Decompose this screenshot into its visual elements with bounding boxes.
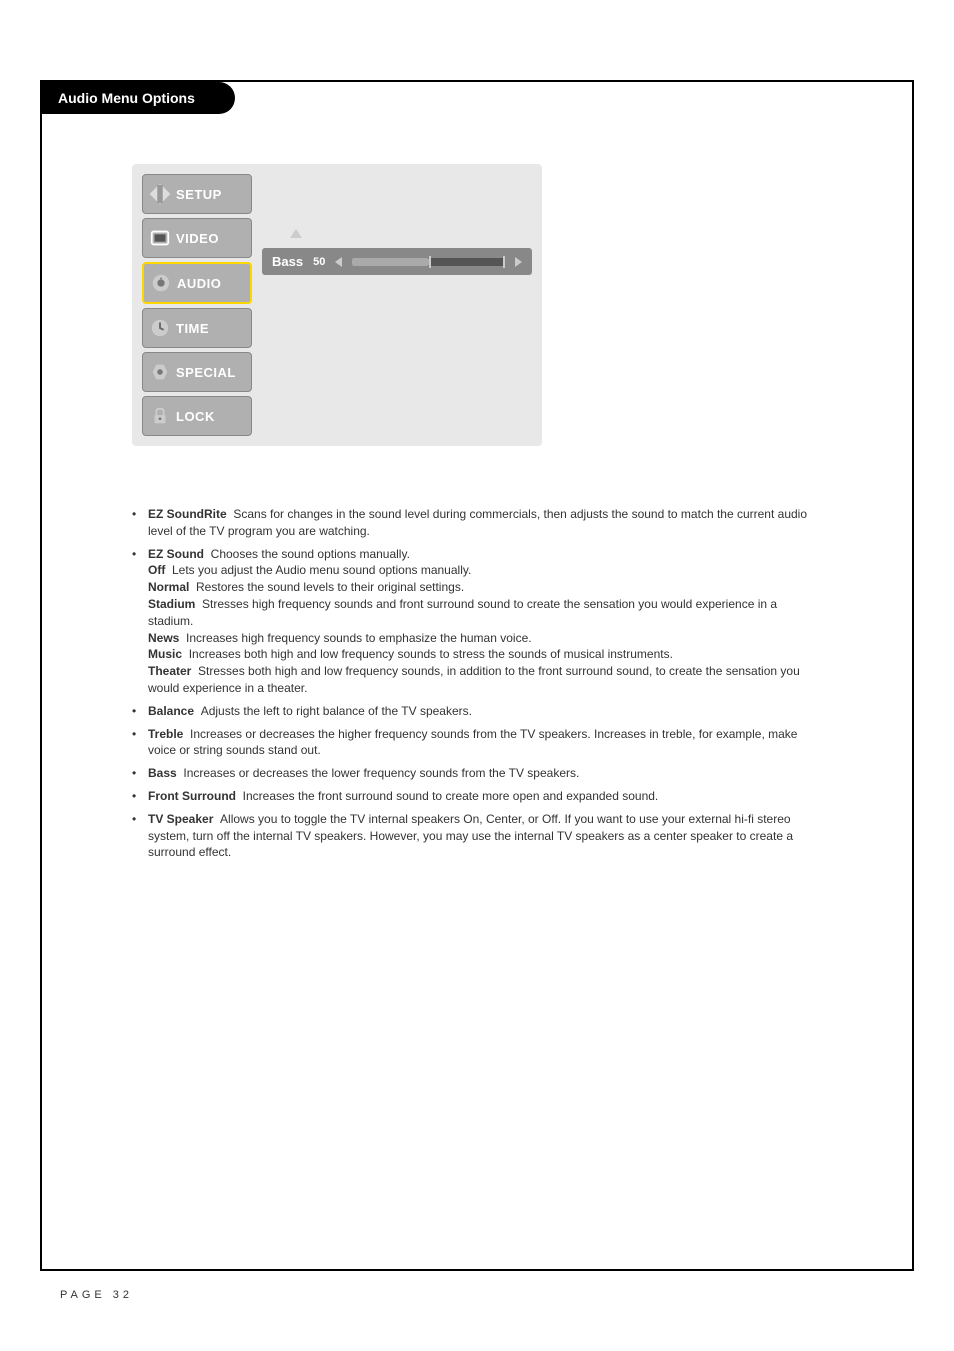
sidebar-item-audio[interactable]: AUDIO <box>142 262 252 304</box>
desc-tv-speaker: • TV Speaker Allows you to toggle the TV… <box>132 811 822 861</box>
desc-ez-soundrite: • EZ SoundRite Scans for changes in the … <box>132 506 822 540</box>
desc-bass: • Bass Increases or decreases the lower … <box>132 765 822 782</box>
sidebar-item-time[interactable]: TIME <box>142 308 252 348</box>
bass-slider-row[interactable]: Bass 50 <box>262 248 532 275</box>
time-icon <box>149 317 171 339</box>
arrow-left-icon[interactable] <box>335 257 342 267</box>
desc-front-surround: • Front Surround Increases the front sur… <box>132 788 822 805</box>
osd-sidebar: SETUP VIDEO AUDIO <box>142 174 252 436</box>
up-arrow-icon[interactable] <box>290 229 302 238</box>
arrow-right-icon[interactable] <box>515 257 522 267</box>
sidebar-item-special[interactable]: SPECIAL <box>142 352 252 392</box>
description-list: • EZ SoundRite Scans for changes in the … <box>132 506 822 861</box>
lock-icon <box>149 405 171 427</box>
audio-icon <box>150 272 172 294</box>
slider-track[interactable] <box>352 258 505 266</box>
special-icon <box>149 361 171 383</box>
slider-value: 50 <box>313 256 325 268</box>
section-header: Audio Menu Options <box>42 82 235 114</box>
sidebar-item-label: VIDEO <box>176 231 219 246</box>
desc-ez-sound: • EZ Sound Chooses the sound options man… <box>132 546 822 697</box>
sidebar-item-video[interactable]: VIDEO <box>142 218 252 258</box>
sidebar-item-setup[interactable]: SETUP <box>142 174 252 214</box>
slider-label: Bass <box>272 254 303 269</box>
sidebar-item-lock[interactable]: LOCK <box>142 396 252 436</box>
desc-treble: • Treble Increases or decreases the high… <box>132 726 822 760</box>
sidebar-item-label: SETUP <box>176 187 222 202</box>
osd-menu: SETUP VIDEO AUDIO <box>132 164 542 446</box>
sidebar-item-label: SPECIAL <box>176 365 236 380</box>
setup-icon <box>149 183 171 205</box>
desc-balance: • Balance Adjusts the left to right bala… <box>132 703 822 720</box>
page-number: PAGE 32 <box>60 1289 133 1301</box>
osd-panel: Bass 50 <box>262 174 532 436</box>
video-icon <box>149 227 171 249</box>
sidebar-item-label: AUDIO <box>177 276 221 291</box>
sidebar-item-label: TIME <box>176 321 209 336</box>
sidebar-item-label: LOCK <box>176 409 215 424</box>
